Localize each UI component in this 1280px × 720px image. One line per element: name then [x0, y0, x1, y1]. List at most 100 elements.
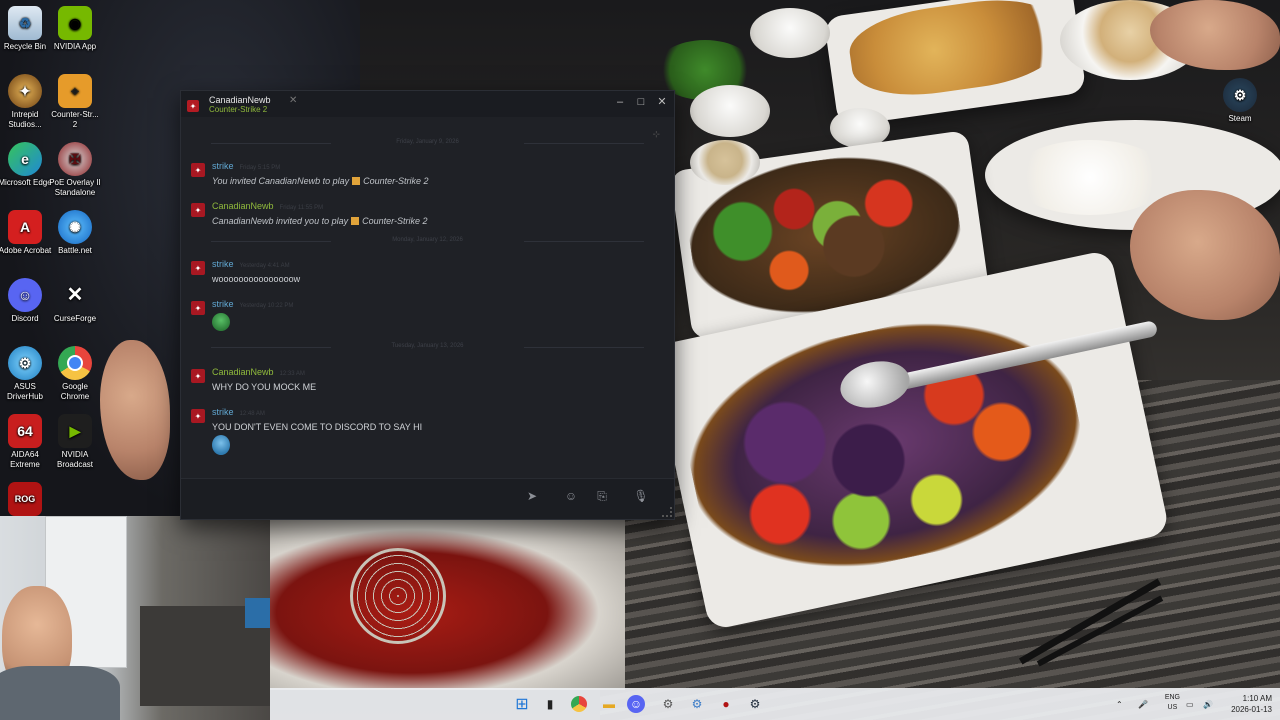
desktop-icon-curseforge[interactable]: ✕ CurseForge — [48, 278, 102, 324]
author-name[interactable]: strike — [212, 299, 234, 309]
acrobat-icon: A — [8, 210, 42, 244]
invite-game[interactable]: Counter-Strike 2 — [362, 216, 427, 226]
discord-icon: ☺ — [8, 278, 42, 312]
recycle-bin-icon: ♻ — [8, 6, 42, 40]
message-time: Friday 5:15 PM — [239, 165, 281, 171]
author-name[interactable]: CanadianNewb — [212, 201, 274, 211]
desktop-icon-recycle-bin[interactable]: ♻ Recycle Bin — [0, 6, 52, 52]
counter-strike-icon — [352, 177, 361, 185]
chat-message-list[interactable]: ⊹ Friday, January 9, 2026 ✦ strike Friday… — [181, 119, 674, 477]
wallpaper-hand — [1130, 190, 1280, 320]
desktop-icon-chrome[interactable]: Google Chrome — [48, 346, 102, 402]
language-indicator[interactable]: ENG US — [1165, 693, 1180, 713]
send-icon[interactable]: ➤ — [521, 485, 543, 507]
desktop-icon-label: Steam — [1228, 114, 1252, 123]
author-name[interactable]: strike — [212, 161, 234, 171]
taskbar: ⊞ ▮ ▬ ☺ ⚙ ⚙ ● ⚙ ⌃ 🎤 ENG US ▭ 🔊 1:10 AM 2… — [270, 688, 1280, 720]
author-name[interactable]: CanadianNewb — [212, 367, 274, 377]
invite-text: You invited CanadianNewb to play — [212, 176, 350, 186]
asus-icon[interactable]: ⚙ — [685, 692, 709, 716]
tray-chevron-icon[interactable]: ⌃ — [1116, 688, 1123, 720]
task-view-icon[interactable]: ▮ — [538, 692, 562, 716]
maple-leaf-avatar-icon[interactable]: ✦ — [191, 369, 205, 383]
desktop-icon-battlenet[interactable]: ✺ Battle.net — [48, 210, 102, 256]
message-author: CanadianNewb Friday 11:55 PM — [212, 201, 323, 211]
message-author: CanadianNewb 12:33 AM — [212, 367, 305, 377]
desktop-icon-label: CurseForge — [53, 314, 97, 323]
desktop-icon-poe-overlay[interactable]: ✠ PoE Overlay II Standalone — [48, 142, 102, 198]
region-code: US — [1167, 704, 1178, 711]
wallpaper-hotpot — [270, 518, 625, 690]
emoji-row — [189, 313, 249, 335]
rog-cpl-icon: ROG — [8, 482, 42, 516]
desktop-icon-discord[interactable]: ☺ Discord — [0, 278, 52, 324]
strike-avatar-icon[interactable]: ✦ — [191, 409, 205, 423]
chat-tab-canadiannewb[interactable]: ✦ CanadianNewb Counter-Strike 2 — [187, 95, 271, 117]
taskbar-clock[interactable]: 1:10 AM 2026-01-13 — [1231, 693, 1272, 715]
settings-icon[interactable]: ⚙ — [656, 692, 680, 716]
author-name[interactable]: strike — [212, 259, 234, 269]
desktop-icon-label: Intrepid Studios... — [8, 110, 42, 129]
steam-icon: ⚙ — [1223, 78, 1257, 112]
emoticon-icon[interactable]: ☺ — [560, 485, 582, 507]
desktop-icon-steam[interactable]: ⚙ Steam — [1213, 78, 1267, 124]
desktop-icon-label: Microsoft Edge — [0, 178, 52, 187]
steam-icon[interactable]: ⚙ — [743, 692, 767, 716]
aida64-icon: 64 — [8, 414, 42, 448]
display-icon[interactable]: ▭ — [1186, 688, 1194, 720]
message-author: strike 12:48 AM — [212, 407, 265, 417]
webcam-background-monitor — [245, 598, 270, 628]
obs-icon[interactable]: ● — [714, 692, 738, 716]
desktop-icon-edge[interactable]: e Microsoft Edge — [0, 142, 52, 188]
microphone-icon[interactable]: 🎤 — [1138, 688, 1148, 720]
clock-time: 1:10 AM — [1242, 694, 1272, 703]
voice-icon[interactable]: 🎙 — [630, 485, 652, 507]
wallpaper-sauce-bowl — [690, 140, 760, 185]
wallpaper-bowl — [750, 8, 830, 58]
message-time: 12:33 AM — [279, 371, 305, 377]
curseforge-icon: ✕ — [66, 284, 84, 306]
chat-message-input[interactable] — [189, 489, 523, 509]
desktop-icon-label: Counter-Str... 2 — [51, 110, 99, 129]
tab-close-icon[interactable]: ✕ — [289, 95, 297, 106]
green-emoji-icon — [212, 313, 230, 331]
invite-line: You invited CanadianNewb to play Counter-… — [212, 176, 428, 186]
maple-leaf-avatar-icon: ✦ — [187, 100, 199, 112]
start-icon[interactable]: ⊞ — [510, 692, 534, 716]
attachment-icon[interactable]: ⎘ — [591, 485, 613, 507]
maple-leaf-avatar-icon[interactable]: ✦ — [191, 203, 205, 217]
desktop-icon-asus-driverhub[interactable]: ⚙ ASUS DriverHub — [0, 346, 52, 402]
chat-titlebar[interactable]: ✦ CanadianNewb Counter-Strike 2 ✕ – □ ✕ — [181, 91, 674, 117]
invite-text: CanadianNewb invited you to play — [212, 216, 349, 226]
wallpaper-bowl — [690, 85, 770, 137]
strike-avatar-icon[interactable]: ✦ — [191, 261, 205, 275]
file-explorer-icon[interactable]: ▬ — [597, 692, 621, 716]
desktop-icon-aida64[interactable]: 64 AIDA64 Extreme — [0, 414, 52, 470]
discord-icon[interactable]: ☺ — [627, 695, 645, 713]
chrome-icon[interactable] — [567, 692, 591, 716]
desktop-icon-adobe-acrobat[interactable]: A Adobe Acrobat — [0, 210, 52, 256]
message-author: strike Yesterday 10:22 PM — [212, 299, 293, 309]
message-time: Yesterday 4:41 AM — [239, 263, 290, 269]
minimize-icon[interactable]: – — [611, 93, 629, 111]
chat-input-area: ➤ ☺ ⎘ 🎙 — [181, 478, 674, 519]
invite-game[interactable]: Counter-Strike 2 — [363, 176, 428, 186]
desktop-icon-rog[interactable]: ROG — [0, 482, 52, 518]
close-icon[interactable]: ✕ — [653, 93, 671, 111]
message-text: YOU DON'T EVEN COME TO DISCORD TO SAY HI — [212, 422, 423, 432]
battlenet-icon: ✺ — [58, 210, 92, 244]
author-name[interactable]: strike — [212, 407, 234, 417]
desktop-icon-nvidia-broadcast[interactable]: ▶ NVIDIA Broadcast — [48, 414, 102, 470]
webcam-person-body — [0, 666, 120, 720]
resize-grip[interactable] — [662, 507, 672, 517]
desktop-icon-nvidia-app[interactable]: ◉ NVIDIA App — [48, 6, 102, 52]
steam-chat-window[interactable]: ✦ CanadianNewb Counter-Strike 2 ✕ – □ ✕ … — [180, 90, 675, 520]
strike-avatar-icon[interactable]: ✦ — [191, 163, 205, 177]
language-code: ENG — [1164, 694, 1180, 701]
desktop-icon-counter-strike[interactable]: ⌖ Counter-Str... 2 — [48, 74, 102, 130]
desktop-icon-intrepid[interactable]: ✦ Intrepid Studios... — [0, 74, 52, 130]
emoji-row — [189, 435, 249, 457]
volume-icon[interactable]: 🔊 — [1203, 688, 1213, 720]
maximize-icon[interactable]: □ — [632, 93, 650, 111]
counter-strike-icon: ⌖ — [58, 74, 92, 108]
